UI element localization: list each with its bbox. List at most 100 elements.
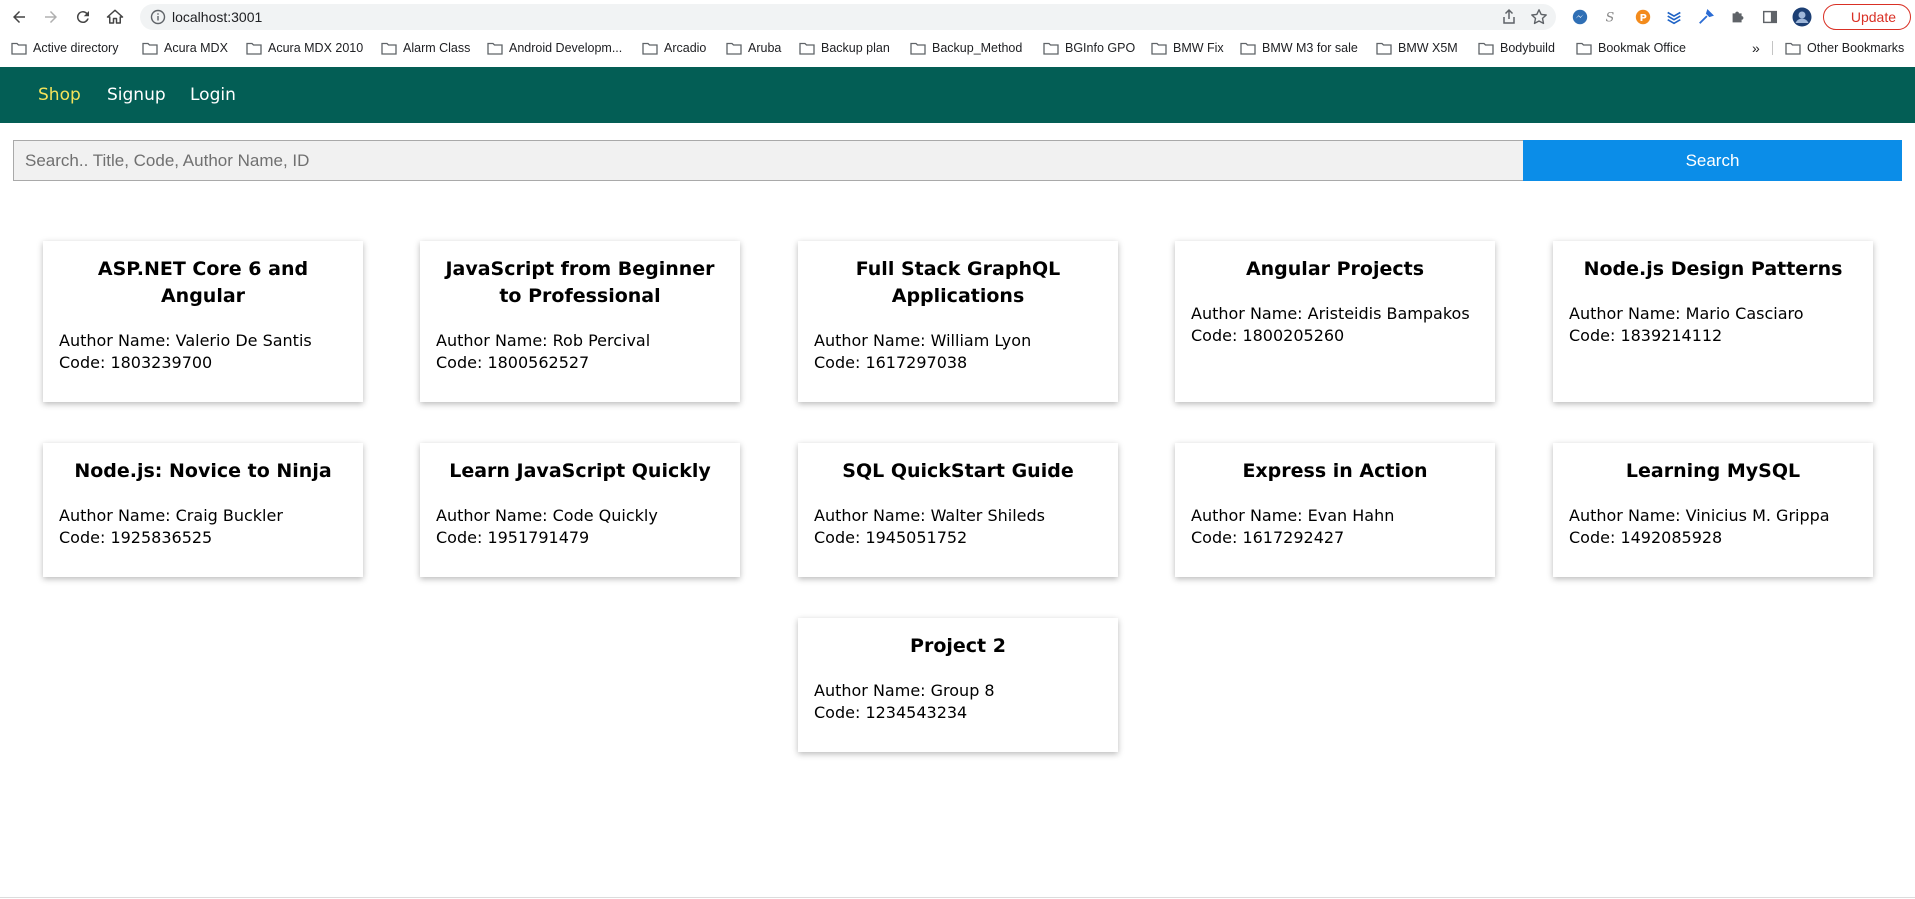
book-card[interactable]: Learn JavaScript Quickly Author Name: Co… [420, 443, 740, 577]
book-author: Author Name: Craig Buckler [59, 506, 283, 525]
url-text[interactable]: localhost:3001 [172, 4, 262, 30]
bookmark-item[interactable]: Active directory [11, 34, 118, 62]
bookmark-item[interactable]: BGInfo GPO [1043, 34, 1135, 62]
back-icon[interactable] [7, 5, 31, 29]
bookmark-item[interactable]: BMW Fix [1151, 34, 1224, 62]
folder-icon [1240, 42, 1256, 55]
book-code: Code: 1800205260 [1191, 326, 1345, 345]
svg-text:P: P [1640, 13, 1647, 24]
book-code: Code: 1925836525 [59, 528, 213, 547]
bookmark-item[interactable]: Acura MDX 2010 [246, 34, 363, 62]
book-code: Code: 1617292427 [1191, 528, 1345, 547]
bookmark-label: Active directory [33, 41, 119, 55]
book-title: Learn JavaScript Quickly [449, 460, 711, 482]
book-title: Express in Action [1242, 460, 1428, 482]
bookmark-item[interactable]: BMW X5M [1376, 34, 1458, 62]
folder-icon [142, 42, 158, 55]
search-button[interactable]: Search [1523, 140, 1902, 181]
bookmark-label: Android Developm... [509, 41, 623, 55]
page-bottom-divider [0, 897, 1915, 898]
address-bar[interactable]: localhost:3001 [140, 4, 1556, 30]
tools-extension-icon[interactable] [1696, 7, 1716, 27]
bookmark-label: BMW X5M [1398, 41, 1458, 55]
book-card[interactable]: Node.js Design Patterns Author Name: Mar… [1553, 241, 1873, 402]
book-card[interactable]: Project 2 Author Name: Group 8 Code: 123… [798, 618, 1118, 752]
folder-icon [1151, 42, 1167, 55]
book-title: Project 2 [910, 635, 1006, 657]
book-title: Learning MySQL [1625, 460, 1801, 482]
layers-extension-icon[interactable] [1664, 7, 1684, 27]
folder-icon [910, 42, 926, 55]
book-author: Author Name: Walter Shileds [814, 506, 1045, 525]
bookmark-item[interactable]: Alarm Class [381, 34, 470, 62]
book-code: Code: 1951791479 [436, 528, 590, 547]
browser-toolbar: localhost:3001 S P Update [0, 0, 1915, 34]
bookmark-item[interactable]: Aruba [726, 34, 781, 62]
book-card[interactable]: Angular Projects Author Name: Aristeidis… [1175, 241, 1495, 402]
book-title: Node.js: Novice to Ninja [74, 460, 332, 482]
bookmark-item[interactable]: BMW M3 for sale [1240, 34, 1358, 62]
book-card[interactable]: Node.js: Novice to Ninja Author Name: Cr… [43, 443, 363, 577]
site-info-icon[interactable] [150, 9, 166, 25]
reload-icon[interactable] [71, 5, 95, 29]
folder-icon [246, 42, 262, 55]
more-bookmarks-button[interactable]: » [1752, 34, 1760, 62]
nav-link-signup[interactable]: Signup [107, 67, 166, 123]
book-author: Author Name: Mario Casciaro [1569, 304, 1804, 323]
bookmark-label: BGInfo GPO [1065, 41, 1136, 55]
book-code: Code: 1945051752 [814, 528, 968, 547]
search-input[interactable] [13, 140, 1523, 181]
folder-icon [381, 42, 397, 55]
bookmark-label: Bookmak Office [1598, 41, 1687, 55]
bookmark-item[interactable]: Acura MDX [142, 34, 228, 62]
book-code: Code: 1617297038 [814, 353, 968, 372]
book-card[interactable]: Express in Action Author Name: Evan Hahn… [1175, 443, 1495, 577]
book-card[interactable]: Full Stack GraphQL Applications Author N… [798, 241, 1118, 402]
book-author: Author Name: William Lyon [814, 331, 1032, 350]
book-code: Code: 1492085928 [1569, 528, 1723, 547]
folder-icon [642, 42, 658, 55]
book-card[interactable]: SQL QuickStart Guide Author Name: Walter… [798, 443, 1118, 577]
book-title: Full Stack GraphQL Applications [855, 258, 1061, 307]
nav-link-shop[interactable]: Shop [38, 67, 81, 123]
folder-icon [1478, 42, 1494, 55]
book-author: Author Name: Code Quickly [436, 506, 658, 525]
book-card[interactable]: ASP.NET Core 6 and Angular Author Name: … [43, 241, 363, 402]
book-title: Angular Projects [1245, 258, 1425, 280]
bookmarks-divider [1772, 41, 1773, 55]
bookmark-item[interactable]: Backup plan [799, 34, 890, 62]
orange-extension-icon[interactable]: P [1633, 7, 1653, 27]
bookmark-item[interactable]: Android Developm... [487, 34, 622, 62]
bookmark-label: BMW M3 for sale [1262, 41, 1358, 55]
book-card[interactable]: Learning MySQL Author Name: Vinicius M. … [1553, 443, 1873, 577]
home-icon[interactable] [103, 5, 127, 29]
bookmark-label: Backup_Method [932, 41, 1023, 55]
share-icon[interactable] [1500, 8, 1518, 26]
book-author: Author Name: Evan Hahn [1191, 506, 1395, 525]
nav-link-login[interactable]: Login [190, 67, 236, 123]
book-title: Node.js Design Patterns [1583, 258, 1843, 280]
other-bookmarks-item[interactable]: Other Bookmarks [1785, 34, 1904, 62]
folder-icon [799, 42, 815, 55]
folder-icon [1043, 42, 1059, 55]
bookmark-item[interactable]: Bodybuild [1478, 34, 1555, 62]
book-card[interactable]: JavaScript from Beginner to Professional… [420, 241, 740, 402]
profile-avatar-icon[interactable] [1792, 7, 1812, 27]
bookmark-label: Acura MDX 2010 [268, 41, 364, 55]
bookmark-item[interactable]: Arcadio [642, 34, 706, 62]
book-author: Author Name: Valerio De Santis [59, 331, 312, 350]
extensions-puzzle-icon[interactable] [1728, 7, 1748, 27]
messenger-extension-icon[interactable] [1570, 7, 1590, 27]
forward-icon[interactable] [39, 5, 63, 29]
book-title: JavaScript from Beginner to Professional [445, 258, 715, 307]
book-code: Code: 1803239700 [59, 353, 213, 372]
bookmark-star-icon[interactable] [1530, 8, 1548, 26]
side-panel-icon[interactable] [1760, 7, 1780, 27]
update-button[interactable]: Update [1823, 4, 1911, 30]
bookmark-label: Backup plan [821, 41, 890, 55]
s-extension-icon[interactable]: S [1601, 7, 1621, 27]
bookmark-item[interactable]: Bookmak Office [1576, 34, 1686, 62]
book-author: Author Name: Aristeidis Bampakos [1191, 304, 1470, 323]
bookmark-item[interactable]: Backup_Method [910, 34, 1022, 62]
book-code: Code: 1800562527 [436, 353, 590, 372]
